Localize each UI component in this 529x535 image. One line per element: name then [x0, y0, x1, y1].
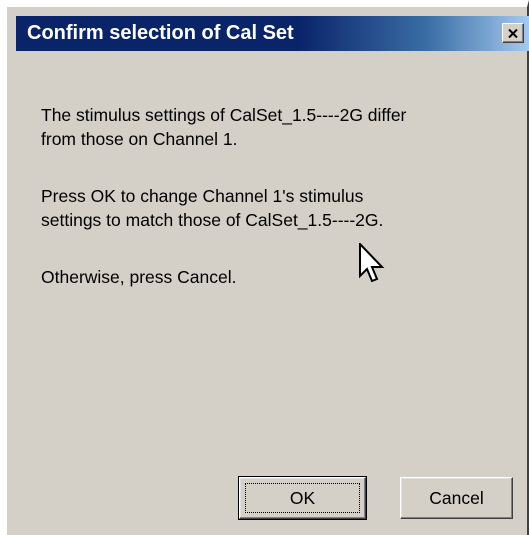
mouse-pointer-icon [359, 241, 385, 287]
message-line: Press OK to change Channel 1's stimulus [41, 186, 364, 206]
confirm-dialog: Confirm selection of Cal Set The stimulu… [0, 0, 529, 535]
message-line: Otherwise, press Cancel. [41, 267, 237, 287]
close-button[interactable] [502, 23, 524, 43]
message-paragraph-2: Press OK to change Channel 1's stimulus … [41, 184, 383, 232]
message-paragraph-3: Otherwise, press Cancel. [41, 265, 237, 289]
ok-button[interactable]: OK [238, 476, 367, 520]
focus-rectangle [245, 483, 360, 513]
dialog-title: Confirm selection of Cal Set [27, 22, 294, 44]
message-line: from those on Channel 1. [41, 129, 238, 149]
message-paragraph-1: The stimulus settings of CalSet_1.5----2… [41, 103, 406, 151]
title-bar[interactable]: Confirm selection of Cal Set [16, 16, 529, 51]
message-line: The stimulus settings of CalSet_1.5----2… [41, 105, 407, 125]
cancel-button-label: Cancel [429, 487, 484, 508]
close-icon [508, 28, 518, 38]
message-line: settings to match those of CalSet_1.5---… [41, 210, 384, 230]
cancel-button[interactable]: Cancel [400, 477, 513, 519]
